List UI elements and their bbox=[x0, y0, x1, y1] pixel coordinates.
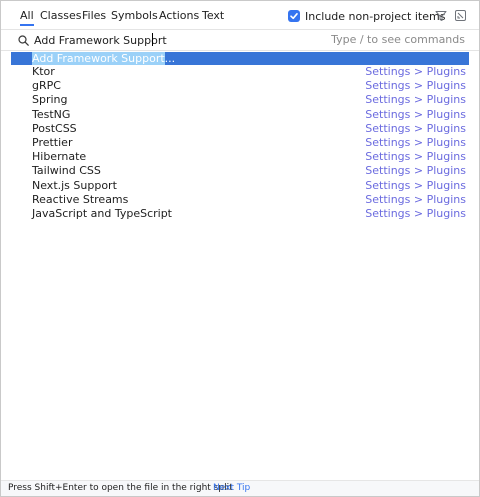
list-item[interactable]: Ktor Settings > Plugins bbox=[11, 65, 469, 79]
tab-text[interactable]: Text bbox=[202, 7, 224, 25]
result-location: Settings > Plugins bbox=[365, 206, 466, 220]
result-name: gRPC bbox=[32, 79, 61, 93]
result-location: Settings > Plugins bbox=[365, 121, 466, 135]
list-item[interactable]: JavaScript and TypeScript Settings > Plu… bbox=[11, 207, 469, 221]
result-name: Tailwind CSS bbox=[32, 164, 101, 178]
result-name: Next.js Support bbox=[32, 178, 117, 192]
result-name: Hibernate bbox=[32, 150, 87, 164]
result-name: Spring bbox=[32, 93, 68, 107]
list-item[interactable]: Add Framework Support... bbox=[11, 52, 469, 65]
result-name: TestNG bbox=[32, 107, 71, 121]
result-location: Settings > Plugins bbox=[365, 93, 466, 107]
list-item[interactable]: PostCSS Settings > Plugins bbox=[11, 122, 469, 136]
match-highlight: Add Framework Support bbox=[32, 52, 165, 65]
search-input[interactable] bbox=[34, 31, 334, 49]
result-location: Settings > Plugins bbox=[365, 79, 466, 93]
result-location: Settings > Plugins bbox=[365, 107, 466, 121]
status-footer: Press Shift+Enter to open the file in th… bbox=[1, 481, 479, 496]
include-non-project-option[interactable]: Include non-project items bbox=[288, 8, 445, 24]
list-item[interactable]: gRPC Settings > Plugins bbox=[11, 79, 469, 93]
tab-files[interactable]: Files bbox=[82, 7, 106, 25]
checkmark-icon bbox=[290, 13, 298, 20]
result-location: Settings > Plugins bbox=[365, 65, 466, 78]
tab-bar: All Classes Files Symbols Actions Text I… bbox=[1, 1, 479, 29]
tab-all[interactable]: All bbox=[20, 7, 34, 26]
result-location: Settings > Plugins bbox=[365, 178, 466, 192]
list-item[interactable]: TestNG Settings > Plugins bbox=[11, 108, 469, 122]
result-name: Reactive Streams bbox=[32, 192, 129, 206]
list-item[interactable]: Next.js Support Settings > Plugins bbox=[11, 179, 469, 193]
tab-symbols[interactable]: Symbols bbox=[111, 7, 158, 25]
result-name: PostCSS bbox=[32, 121, 77, 135]
result-name: Add Framework Support... bbox=[32, 52, 175, 65]
include-non-project-label: Include non-project items bbox=[305, 9, 446, 23]
include-non-project-checkbox[interactable] bbox=[288, 10, 300, 22]
search-everywhere-popup: All Classes Files Symbols Actions Text I… bbox=[0, 0, 480, 497]
list-item[interactable]: Reactive Streams Settings > Plugins bbox=[11, 193, 469, 207]
result-location: Settings > Plugins bbox=[365, 192, 466, 206]
collapse-icon[interactable] bbox=[455, 10, 466, 21]
result-location: Settings > Plugins bbox=[365, 164, 466, 178]
next-tip-link[interactable]: Next Tip bbox=[213, 481, 250, 496]
tab-classes[interactable]: Classes bbox=[40, 7, 81, 25]
footer-tip: Press Shift+Enter to open the file in th… bbox=[8, 483, 233, 493]
result-location: Settings > Plugins bbox=[365, 150, 466, 164]
list-item[interactable]: Spring Settings > Plugins bbox=[11, 93, 469, 107]
list-item[interactable]: Tailwind CSS Settings > Plugins bbox=[11, 164, 469, 178]
result-name: Ktor bbox=[32, 65, 55, 78]
results-list: Add Framework Support... Ktor Settings >… bbox=[11, 52, 469, 221]
filter-icon[interactable] bbox=[435, 10, 447, 22]
result-location: Settings > Plugins bbox=[365, 135, 466, 149]
list-item[interactable]: Hibernate Settings > Plugins bbox=[11, 150, 469, 164]
result-name: JavaScript and TypeScript bbox=[32, 206, 172, 220]
text-caret bbox=[152, 33, 153, 46]
search-icon bbox=[18, 35, 29, 46]
search-hint: Type / to see commands bbox=[331, 33, 465, 46]
list-item[interactable]: Prettier Settings > Plugins bbox=[11, 136, 469, 150]
divider bbox=[1, 50, 479, 51]
result-name: Prettier bbox=[32, 135, 73, 149]
search-bar: Type / to see commands bbox=[1, 30, 479, 50]
tab-actions[interactable]: Actions bbox=[159, 7, 199, 25]
result-name-suffix: ... bbox=[164, 52, 176, 65]
